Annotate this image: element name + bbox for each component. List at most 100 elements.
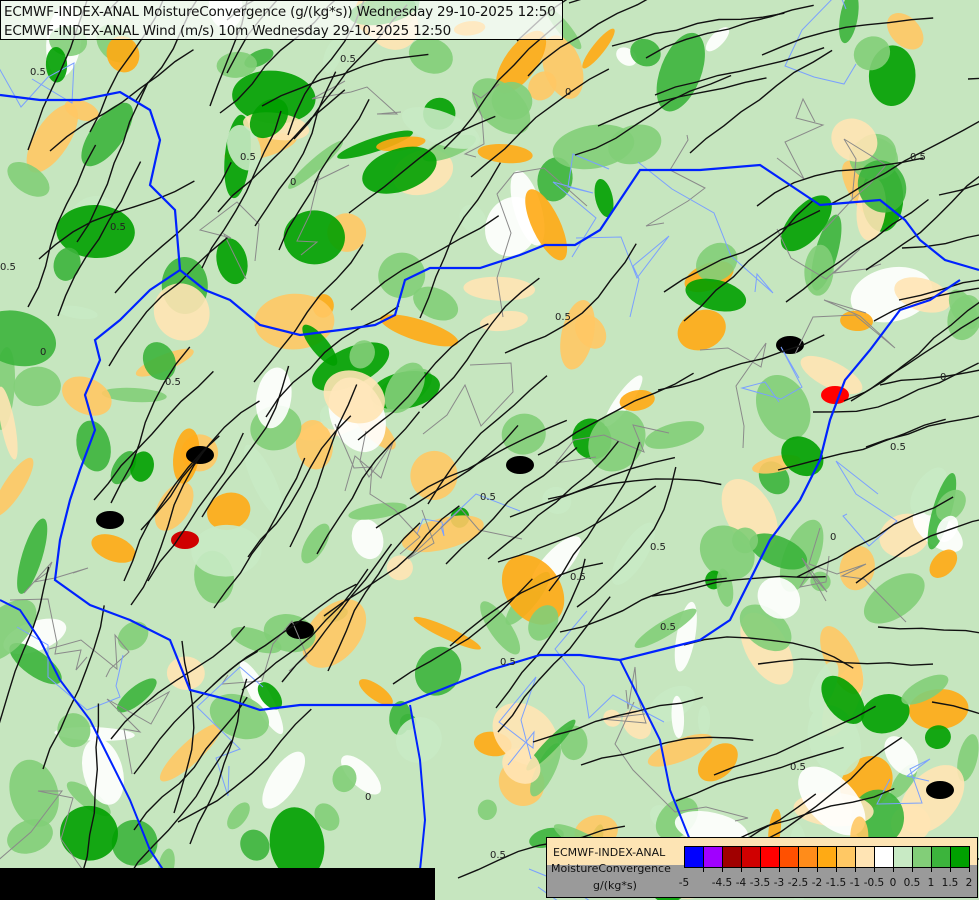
legend-tick xyxy=(703,867,704,872)
legend-tick xyxy=(836,867,837,872)
convergence-core xyxy=(926,781,954,799)
legend-tick-label: -1.5 xyxy=(825,877,847,889)
color-legend: ECMWF-INDEX-ANAL MoistureConvergence g/(… xyxy=(546,837,978,898)
convergence-blob xyxy=(839,0,859,44)
contour-label: 0.5 xyxy=(910,152,926,163)
legend-tick xyxy=(760,867,761,872)
convergence-blob xyxy=(240,829,270,861)
contour-label: 0.5 xyxy=(240,152,256,163)
legend-tick-label: -5 xyxy=(678,877,690,889)
legend-swatch xyxy=(799,847,818,867)
legend-tick xyxy=(817,867,818,872)
contour-label: 0.5 xyxy=(340,54,356,65)
streamline xyxy=(865,415,979,448)
convergence-blob xyxy=(262,751,306,809)
legend-tick xyxy=(931,867,932,872)
contour-label: 0.5 xyxy=(110,222,126,233)
convergence-blob xyxy=(216,238,248,285)
convergence-blob xyxy=(705,27,730,52)
legend-swatch xyxy=(913,847,932,867)
convergence-blob xyxy=(477,799,497,821)
convergence-blob xyxy=(594,178,614,218)
contour-label: 0.5 xyxy=(490,850,506,861)
convergence-blob xyxy=(166,656,205,690)
contour-label: 0 xyxy=(565,87,571,98)
convergence-blob xyxy=(697,705,711,735)
contour-label: 0.5 xyxy=(165,377,181,388)
convergence-blob xyxy=(582,28,615,69)
convergence-blob xyxy=(755,375,811,441)
convergence-blob xyxy=(351,518,384,560)
convergence-blob xyxy=(348,502,407,520)
contour-label: 0.5 xyxy=(555,312,571,323)
legend-swatch xyxy=(818,847,837,867)
legend-swatch xyxy=(932,847,951,867)
legend-tick-label: 1.5 xyxy=(941,877,959,889)
convergence-blob xyxy=(644,421,705,449)
contour-label: 0.5 xyxy=(660,622,676,633)
legend-swatch xyxy=(685,847,704,867)
streamline xyxy=(967,77,979,80)
legend-tick xyxy=(798,867,799,872)
legend-swatch xyxy=(951,847,969,867)
convergence-blob xyxy=(9,759,59,827)
contour-label: 0 xyxy=(940,372,946,383)
convergence-blob xyxy=(542,486,572,515)
legend-tick-label: -3.5 xyxy=(749,877,771,889)
title-wind: ECMWF-INDEX-ANAL Wind (m/s) 10m Wednesda… xyxy=(4,23,452,39)
contour-label: 0.5 xyxy=(650,542,666,553)
convergence-blob xyxy=(479,311,528,332)
contour-label: 0.5 xyxy=(30,67,46,78)
map-title-box: ECMWF-INDEX-ANAL MoistureConvergence (g/… xyxy=(0,0,563,40)
streamline xyxy=(547,478,722,500)
admin-boundary xyxy=(311,80,402,115)
legend-tick xyxy=(855,867,856,872)
legend-tick xyxy=(969,867,970,872)
contour-label: 0 xyxy=(40,347,46,358)
convergence-blob xyxy=(62,376,112,416)
no-data-strip xyxy=(0,868,435,900)
legend-tick-label: -0.5 xyxy=(863,877,885,889)
legend-swatch xyxy=(894,847,913,867)
contour-label: 0.5 xyxy=(570,572,586,583)
contour-label: 0.5 xyxy=(790,762,806,773)
legend-tick xyxy=(741,867,742,872)
convergence-core xyxy=(171,531,199,549)
legend-tick-label: -4.5 xyxy=(711,877,733,889)
convergence-blob xyxy=(153,283,210,341)
convergence-blob xyxy=(501,413,546,455)
legend-tick xyxy=(722,867,723,872)
legend-swatch xyxy=(780,847,799,867)
convergence-blob xyxy=(477,143,533,164)
convergence-blob xyxy=(414,646,462,696)
legend-model: ECMWF-INDEX-ANAL xyxy=(553,846,666,859)
legend-tick xyxy=(874,867,875,872)
legend-swatch xyxy=(875,847,894,867)
legend-swatch xyxy=(704,847,723,867)
admin-boundary xyxy=(776,97,825,180)
convergence-blob xyxy=(57,305,98,320)
color-bar-ticks: -5 -4.5 -4 -3.5 -3 -2.5 -2 -1.5 -1 -0.5 0 0.5 1 1.5 2 xyxy=(679,867,972,889)
legend-tick-label: -4 xyxy=(735,877,747,889)
legend-tick-label: -1 xyxy=(849,877,861,889)
convergence-blob xyxy=(0,310,57,367)
convergence-core xyxy=(96,511,124,529)
streamline xyxy=(576,466,677,608)
contour-label: 0 xyxy=(290,177,296,188)
convergence-core xyxy=(506,456,534,474)
legend-tick-label: -2.5 xyxy=(787,877,809,889)
moisture-convergence-map: 0.5 0 0.5 0.5 0 0.5 0.5 0 0.5 0.5 0.5 0 0.5 0.5 0 0.5 0.… xyxy=(0,0,979,900)
contour-label: 0.5 xyxy=(500,657,516,668)
streamline xyxy=(877,626,979,634)
title-moisture-convergence: ECMWF-INDEX-ANAL MoistureConvergence (g/… xyxy=(4,4,556,20)
legend-tick xyxy=(950,867,951,872)
convergence-fill-layer xyxy=(0,0,979,900)
color-bar xyxy=(684,846,970,868)
legend-tick xyxy=(893,867,894,872)
contour-label: 0 xyxy=(830,532,836,543)
legend-unit: g/(kg*s) xyxy=(593,879,637,892)
legend-swatch xyxy=(742,847,761,867)
convergence-blob xyxy=(60,805,118,861)
convergence-blob xyxy=(301,523,330,564)
legend-swatch xyxy=(856,847,875,867)
